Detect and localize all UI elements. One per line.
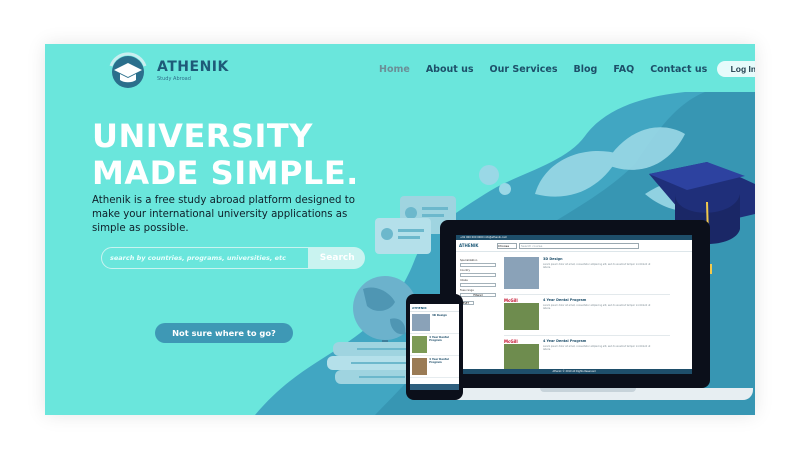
phone-result-title: 4 Year Dental Program <box>429 358 449 364</box>
phone-screen-logo: ATHENIK <box>410 304 459 312</box>
laptop-screen-results: 3D Design Lorem ipsum dolor sit amet, co… <box>504 257 670 374</box>
brand-name: ATHENIK <box>157 58 229 75</box>
books-decoration <box>327 342 413 384</box>
search-button[interactable]: Search <box>309 247 365 269</box>
filter-box <box>460 263 496 267</box>
laptop-notch <box>540 388 636 392</box>
phone-result-card: 4 Year Dental Program <box>410 356 459 378</box>
nav-contact-us[interactable]: Contact us <box>650 64 707 75</box>
nav-our-services[interactable]: Our Services <box>490 64 558 75</box>
nav-blog[interactable]: Blog <box>574 64 598 75</box>
laptop-screen-filters: Specialization Country Intake Fees range… <box>460 257 496 305</box>
main-nav: Home About us Our Services Blog FAQ Cont… <box>379 61 755 77</box>
hero-title-line-1: UNIVERSITY <box>92 117 313 155</box>
result-thumbnail: McGill <box>504 339 539 371</box>
nav-home[interactable]: Home <box>379 64 410 75</box>
result-title: 4 Year Dental Program <box>543 339 587 343</box>
filter-button: Filtered <box>460 293 496 297</box>
laptop-screen-select: Choose <box>497 242 517 249</box>
filter-label: Specialization <box>460 259 478 262</box>
result-thumbnail: McGill <box>504 298 539 330</box>
filter-label: Fees range <box>460 289 474 292</box>
university-badge: McGill <box>504 298 539 303</box>
result-description: Lorem ipsum dolor sit amet, consectetur … <box>543 345 651 351</box>
hero-title-line-2: MADE SIMPLE. <box>92 154 359 192</box>
login-button[interactable]: Log In <box>717 61 755 77</box>
hero-search: Search <box>101 247 365 269</box>
phone-mockup: ATHENIK 3D Design 4 Year Dental Program … <box>406 294 463 400</box>
nav-faq[interactable]: FAQ <box>613 64 634 75</box>
laptop-screen: +91 000 000 0000 info@athenik.com ATHENI… <box>456 235 692 374</box>
not-sure-where-to-go-button[interactable]: Not sure where to go? <box>155 323 293 343</box>
laptop-screen-logo: ATHENIK <box>459 243 479 248</box>
filter-box <box>460 283 496 287</box>
laptop-screen-search: Search course <box>519 242 639 249</box>
filter-label: Country <box>460 269 470 272</box>
hero-title: UNIVERSITY MADE SIMPLE. <box>92 118 359 192</box>
brand-logo[interactable]: ATHENIK Study Abroad <box>105 50 229 90</box>
phone-result-card: 3D Design <box>410 312 459 334</box>
laptop-mockup: +91 000 000 0000 info@athenik.com ATHENI… <box>440 220 710 390</box>
graduation-cap-logo-icon <box>109 52 147 88</box>
phone-screen-bottom-bar <box>410 384 459 390</box>
phone-result-title: 4 Year Dental Program <box>429 336 449 342</box>
phone-screen: ATHENIK 3D Design 4 Year Dental Program … <box>410 304 459 390</box>
brand-tagline: Study Abroad <box>157 75 191 82</box>
result-card: 3D Design Lorem ipsum dolor sit amet, co… <box>504 257 670 295</box>
university-badge: McGill <box>504 339 539 344</box>
hero-section: ATHENIK Study Abroad Home About us Our S… <box>45 44 755 415</box>
filter-box <box>460 273 496 277</box>
search-input[interactable] <box>101 247 310 269</box>
result-thumbnail <box>504 257 539 289</box>
result-description: Lorem ipsum dolor sit amet, consectetur … <box>543 263 651 269</box>
nav-about-us[interactable]: About us <box>426 64 474 75</box>
filter-label: Intake <box>460 279 468 282</box>
result-card: McGill 4 Year Dental Program Lorem ipsum… <box>504 298 670 336</box>
result-title: 3D Design <box>543 257 563 261</box>
result-description: Lorem ipsum dolor sit amet, consectetur … <box>543 304 651 310</box>
laptop-screen-footer: Athenik © 2019 All Rights Reserved <box>456 369 692 374</box>
phone-result-thumbnail <box>412 314 430 331</box>
phone-result-title: 3D Design <box>432 314 447 317</box>
phone-result-card: 4 Year Dental Program <box>410 334 459 356</box>
phone-result-thumbnail <box>412 358 428 375</box>
phone-result-thumbnail <box>412 336 428 353</box>
hero-description: Athenik is a free study abroad platform … <box>92 195 355 234</box>
result-title: 4 Year Dental Program <box>543 298 587 302</box>
